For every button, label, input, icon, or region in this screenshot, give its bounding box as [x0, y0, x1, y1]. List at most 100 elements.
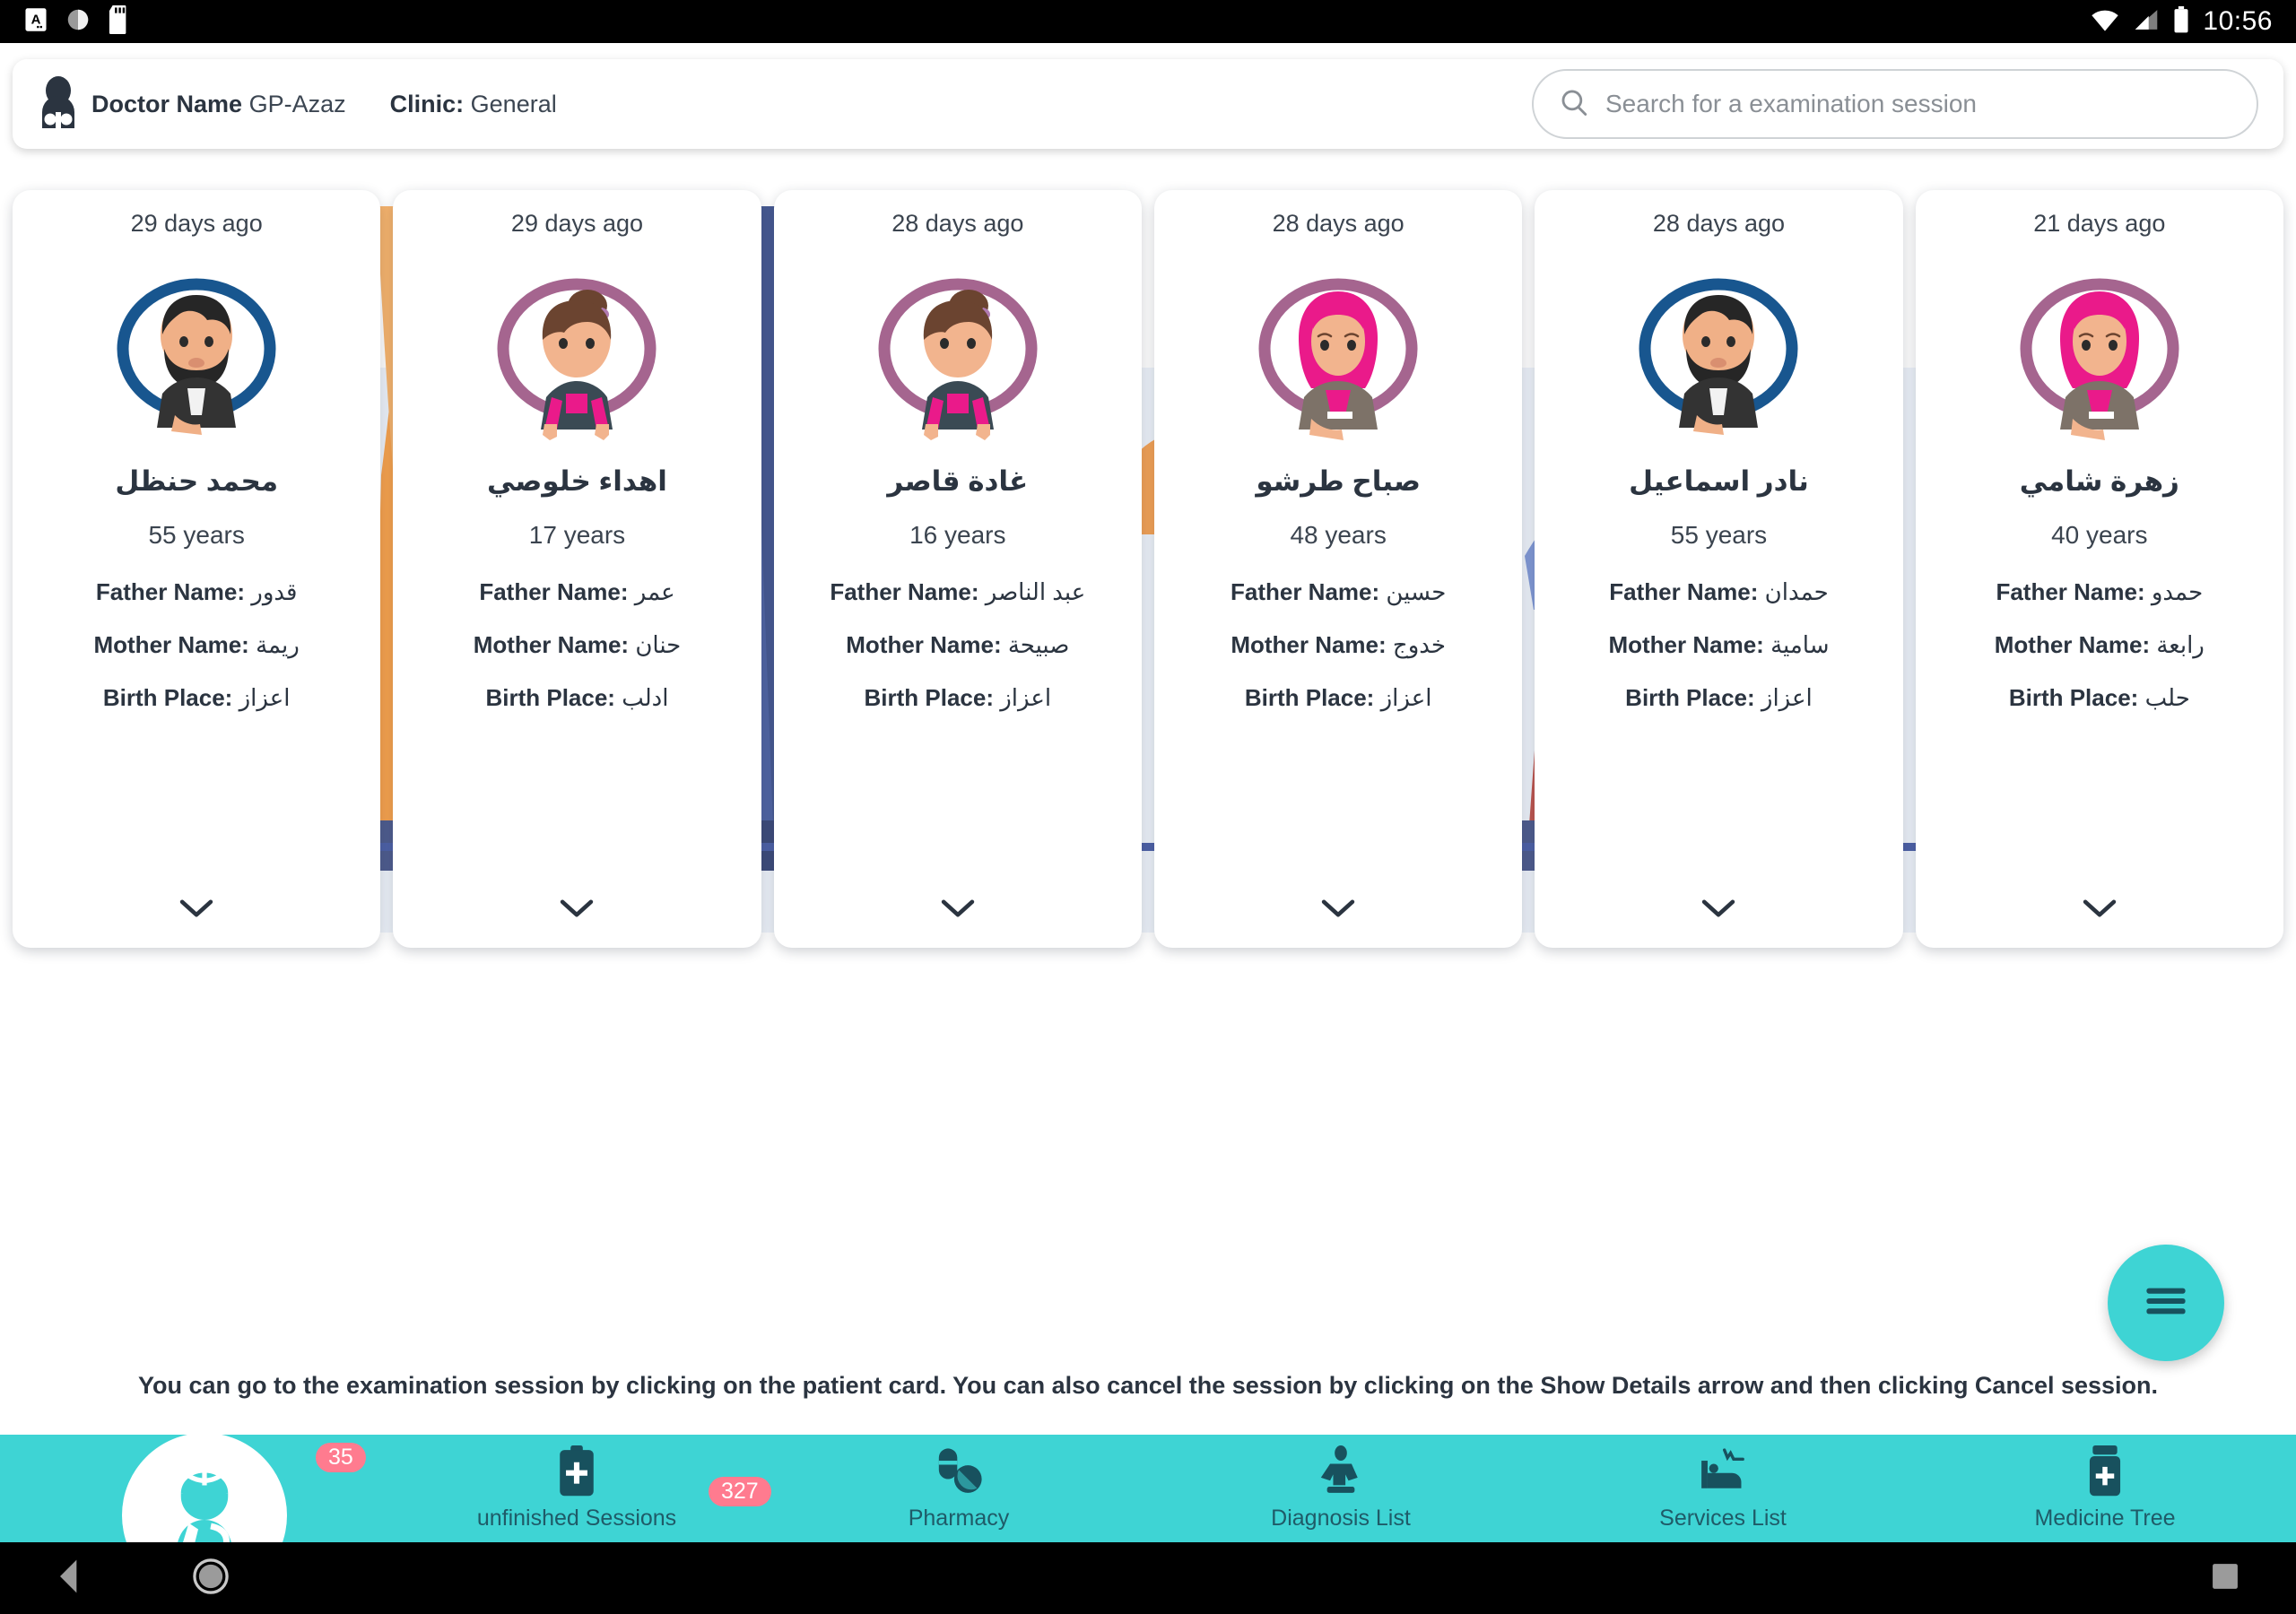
birth-place-label: Birth Place: — [864, 684, 995, 711]
birth-place-row: Birth Place: اعزاز — [1625, 684, 1813, 712]
patient-age: 40 years — [2051, 521, 2148, 549]
mother-name-row: Mother Name: رابعة — [1995, 631, 2205, 659]
father-name-value: حمدو — [2151, 578, 2204, 605]
mother-name-value: سامية — [1770, 631, 1830, 658]
birth-place-value: اعزاز — [1380, 684, 1432, 711]
search-icon — [1559, 87, 1589, 122]
doctor-name-value: GP-Azaz — [248, 90, 346, 117]
mother-name-row: Mother Name: صبيحة — [846, 631, 1069, 659]
avatar — [487, 263, 666, 442]
chevron-down-icon[interactable] — [1699, 897, 1738, 924]
father-name-value: حمدان — [1764, 578, 1829, 605]
birth-place-row: Birth Place: ادلب — [485, 684, 668, 712]
patient-card[interactable]: 29 days ago محمد حنظل 55 years Father Na… — [13, 190, 381, 948]
mother-name-label: Mother Name: — [846, 631, 1002, 658]
patient-card[interactable]: 21 days ago زهرة شامي 40 years Father Na… — [1915, 190, 2283, 948]
nav-label: Pharmacy — [908, 1506, 1010, 1531]
father-name-value: قدور — [251, 578, 298, 605]
hospital-bed-icon — [1696, 1445, 1750, 1502]
sd-card-icon — [108, 4, 131, 39]
session-age: 29 days ago — [130, 210, 263, 237]
patient-name: غادة قاصر — [887, 465, 1029, 497]
patient-name: زهرة شامي — [2019, 465, 2179, 497]
patient-age: 17 years — [528, 521, 626, 549]
mother-name-row: Mother Name: سامية — [1608, 631, 1829, 659]
father-name-row: Father Name: قدور — [96, 578, 298, 606]
patient-card[interactable]: 28 days ago صباح طرشو 48 years Father Na… — [1153, 190, 1523, 948]
patient-age: 48 years — [1290, 521, 1387, 549]
birth-place-value: ادلب — [622, 684, 669, 711]
recent-apps-icon[interactable] — [2210, 1561, 2240, 1596]
mother-name-label: Mother Name: — [93, 631, 249, 658]
birth-place-row: Birth Place: اعزاز — [1245, 684, 1432, 712]
nav-item-diagnosis-list[interactable]: Diagnosis List — [1150, 1435, 1532, 1542]
patient-card[interactable]: 28 days ago غادة قاصر 16 years Father Na… — [773, 190, 1142, 948]
android-nav-bar — [0, 1542, 2296, 1614]
session-age: 28 days ago — [1652, 210, 1786, 237]
patient-age: 55 years — [148, 521, 245, 549]
father-name-label: Father Name: — [479, 578, 629, 605]
app-root: A 10:56 Doctor Name GP-Azaz Clinic: Gene… — [0, 0, 2296, 1614]
sync-icon — [65, 6, 91, 38]
chevron-down-icon[interactable] — [938, 897, 978, 924]
father-name-value: حسين — [1386, 578, 1447, 605]
nav-label: unfinished Sessions — [476, 1506, 677, 1531]
clinic-value: General — [470, 90, 557, 117]
doctor-info-text: Doctor Name GP-Azaz Clinic: General — [91, 91, 557, 118]
clipboard-medical-icon — [553, 1445, 600, 1502]
father-name-row: Father Name: حمدو — [1996, 578, 2203, 606]
patient-card[interactable]: 28 days ago نادر اسماعيل 55 years Father… — [1535, 190, 1903, 948]
patient-name: نادر اسماعيل — [1629, 465, 1809, 497]
app-header: Doctor Name GP-Azaz Clinic: General Sear… — [13, 59, 2283, 149]
doctor-identity: Doctor Name GP-Azaz Clinic: General — [38, 76, 557, 132]
mother-name-value: رابعة — [2156, 631, 2205, 658]
father-name-value: عمر — [634, 578, 675, 605]
nav-label: Diagnosis List — [1271, 1506, 1411, 1531]
birth-place-row: Birth Place: اعزاز — [865, 684, 1052, 712]
avatar — [2010, 263, 2189, 442]
birth-place-value: اعزاز — [1000, 684, 1052, 711]
chevron-down-icon[interactable] — [177, 897, 216, 924]
nav-label: Services List — [1659, 1506, 1787, 1531]
nav-label: Medicine Tree — [2034, 1506, 2176, 1531]
search-input[interactable]: Search for a examination session — [1532, 69, 2258, 139]
nav-item-pharmacy[interactable]: Pharmacy — [768, 1435, 1150, 1542]
birth-place-row: Birth Place: حلب — [2009, 684, 2190, 712]
chevron-down-icon[interactable] — [1318, 897, 1358, 924]
avatar — [107, 263, 286, 442]
session-age: 21 days ago — [2033, 210, 2166, 237]
text-input-icon: A — [23, 6, 48, 38]
patient-cards-row: 29 days ago محمد حنظل 55 years Father Na… — [0, 190, 2296, 952]
birth-place-value: اعزاز — [1761, 684, 1813, 711]
patient-diagnosis-icon — [1316, 1445, 1366, 1502]
nav-item-medicine-tree[interactable]: Medicine Tree — [1914, 1435, 2296, 1542]
medicine-bottle-icon — [2083, 1445, 2126, 1502]
chevron-down-icon[interactable] — [557, 897, 596, 924]
father-name-row: Father Name: حمدان — [1609, 578, 1828, 606]
mother-name-label: Mother Name: — [1608, 631, 1764, 658]
clinic-label: Clinic: — [389, 90, 465, 117]
mother-name-row: Mother Name: حنان — [474, 631, 682, 659]
birth-place-label: Birth Place: — [102, 684, 233, 711]
session-age: 28 days ago — [1272, 210, 1405, 237]
nav-item-services-list[interactable]: Services List — [1532, 1435, 1914, 1542]
avatar — [1248, 263, 1428, 442]
birth-place-value: حلب — [2144, 684, 2190, 711]
patient-card[interactable]: 29 days ago اهداء خلوصي 17 years Father … — [393, 190, 761, 948]
status-bar-right-icons: 10:56 — [2090, 5, 2273, 38]
home-circle-icon[interactable] — [190, 1556, 231, 1601]
birth-place-label: Birth Place: — [1244, 684, 1375, 711]
menu-fab-button[interactable] — [2108, 1245, 2224, 1361]
father-name-label: Father Name: — [1609, 578, 1759, 605]
patient-age: 16 years — [909, 521, 1006, 549]
father-name-label: Father Name: — [830, 578, 979, 605]
mother-name-label: Mother Name: — [1231, 631, 1387, 658]
doctor-stethoscope-icon — [38, 76, 79, 132]
chevron-down-icon[interactable] — [2080, 897, 2119, 924]
back-triangle-icon[interactable] — [56, 1558, 83, 1599]
father-name-row: Father Name: عمر — [479, 578, 674, 606]
status-bar-left-icons: A — [23, 4, 131, 39]
android-status-bar: A 10:56 — [0, 0, 2296, 43]
session-age: 29 days ago — [510, 210, 644, 237]
unfinished-sessions-badge: 327 — [709, 1477, 771, 1506]
